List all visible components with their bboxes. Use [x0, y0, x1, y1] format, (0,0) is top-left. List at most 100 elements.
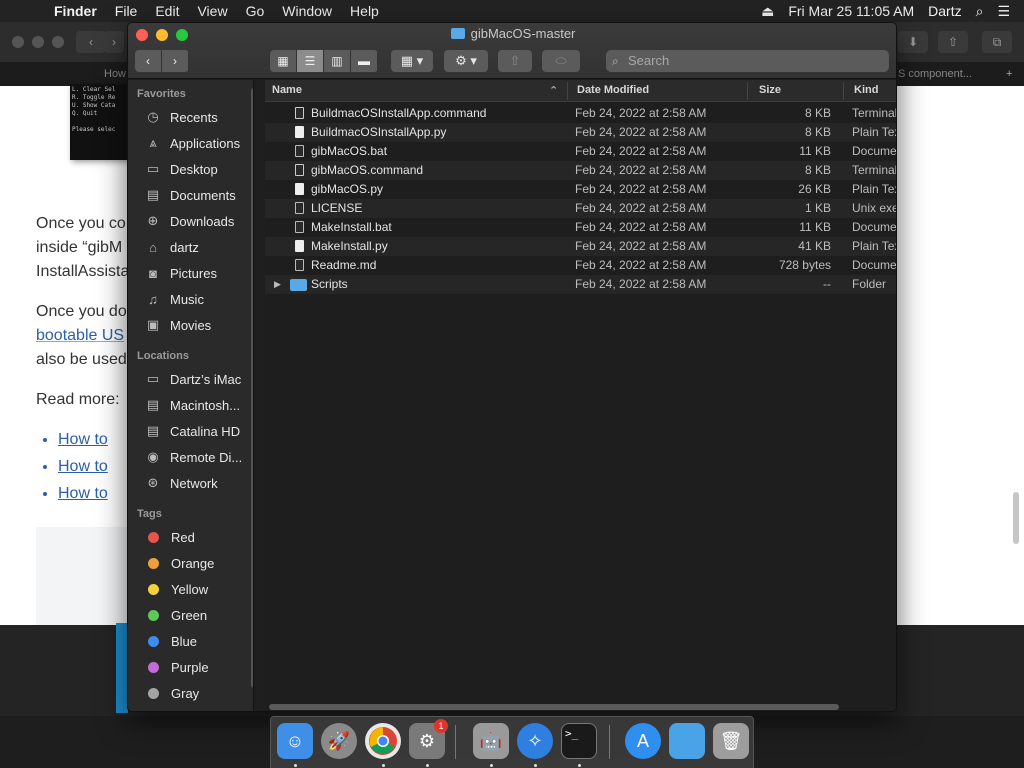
- file-name: MakeInstall.bat: [311, 220, 392, 234]
- article-link[interactable]: bootable US: [36, 327, 124, 344]
- folder-row[interactable]: ▶ Scripts Feb 24, 2022 at 2:58 AM -- Fol…: [265, 275, 896, 294]
- column-header-kind[interactable]: Kind: [854, 84, 878, 96]
- menu-app-name[interactable]: Finder: [54, 3, 97, 19]
- group-by-icon[interactable]: ▦ ▾: [391, 50, 433, 72]
- column-header-date[interactable]: Date Modified: [577, 84, 649, 96]
- file-row[interactable]: gibMacOS.command Feb 24, 2022 at 2:58 AM…: [265, 161, 896, 180]
- sidebar-item-documents[interactable]: ▤ Documents: [144, 184, 253, 206]
- menu-go[interactable]: Go: [246, 3, 265, 19]
- launchpad-icon[interactable]: 🚀: [321, 723, 357, 759]
- sidebar-scrollbar[interactable]: [251, 88, 253, 688]
- tag-icon[interactable]: ⬭: [542, 50, 580, 72]
- terminal-screenshot-text: L. Clear Sel R. Toggle Re U. Show Cata Q…: [72, 86, 116, 133]
- share-icon[interactable]: ⇧: [498, 50, 532, 72]
- terminal-icon[interactable]: >_: [561, 723, 597, 759]
- share-icon[interactable]: ⇧: [938, 31, 968, 53]
- forward-button[interactable]: ›: [162, 50, 189, 72]
- sidebar-item-applications[interactable]: ⩓ Applications: [144, 132, 253, 154]
- sidebar-item-label: Desktop: [170, 161, 218, 177]
- browser-tab-left[interactable]: How: [104, 62, 126, 86]
- menu-window[interactable]: Window: [282, 3, 332, 19]
- sidebar-tag-red[interactable]: Red: [144, 526, 253, 548]
- search-field[interactable]: ⌕ Search: [606, 50, 889, 72]
- sort-chevron-icon[interactable]: ⌃: [549, 84, 558, 97]
- menu-file[interactable]: File: [115, 3, 138, 19]
- sidebar-item-music[interactable]: ♫ Music: [144, 288, 253, 310]
- browser-close-button[interactable]: [12, 36, 24, 48]
- finder-icon[interactable]: ☺: [277, 723, 313, 759]
- automator-icon[interactable]: 🤖: [473, 723, 509, 759]
- sidebar-item-recents[interactable]: ◷ Recents: [144, 106, 253, 128]
- file-row[interactable]: MakeInstall.bat Feb 24, 2022 at 2:58 AM …: [265, 218, 896, 237]
- browser-tab-right[interactable]: S component...: [898, 62, 972, 86]
- browser-back-button[interactable]: ‹: [76, 31, 106, 53]
- icon-view-icon[interactable]: ▦: [270, 50, 297, 72]
- browser-forward-button[interactable]: ›: [104, 31, 124, 53]
- sidebar-item-remote-disc[interactable]: ◉ Remote Di...: [144, 446, 253, 468]
- window-title-text: gibMacOS-master: [470, 26, 576, 41]
- folder-icon[interactable]: [669, 723, 705, 759]
- sidebar-item-network[interactable]: ⊛ Network: [144, 472, 253, 494]
- new-tab-icon[interactable]: +: [1006, 62, 1012, 86]
- column-divider[interactable]: [567, 82, 568, 100]
- sidebar-item-pictures[interactable]: ◙ Pictures: [144, 262, 253, 284]
- sidebar-tag-orange[interactable]: Orange: [144, 552, 253, 574]
- horizontal-scrollbar[interactable]: [269, 704, 839, 710]
- sidebar-item-downloads[interactable]: ⊕ Downloads: [144, 210, 253, 232]
- column-header-name[interactable]: Name: [272, 84, 302, 96]
- sidebar-tag-green[interactable]: Green: [144, 604, 253, 626]
- search-icon: ⌕: [612, 54, 619, 68]
- page-scrollbar[interactable]: [1013, 492, 1019, 544]
- gallery-view-icon[interactable]: ▬: [351, 50, 378, 72]
- sidebar-item-label: Green: [171, 607, 208, 623]
- sidebar-item-label: Yellow: [171, 581, 209, 597]
- sidebar-item-macintosh-hd[interactable]: ▤ Macintosh...: [144, 394, 253, 416]
- column-divider[interactable]: [747, 82, 748, 100]
- notification-center-icon[interactable]: ☰: [997, 3, 1010, 20]
- file-row[interactable]: Readme.md Feb 24, 2022 at 2:58 AM 728 by…: [265, 256, 896, 275]
- menu-help[interactable]: Help: [350, 3, 379, 19]
- column-view-icon[interactable]: ▥: [324, 50, 351, 72]
- sidebar-item-desktop[interactable]: ▭ Desktop: [144, 158, 253, 180]
- article-text: InstallAssista: [36, 263, 130, 280]
- back-button[interactable]: ‹: [135, 50, 162, 72]
- file-row[interactable]: gibMacOS.py Feb 24, 2022 at 2:58 AM 26 K…: [265, 180, 896, 199]
- sidebar-item-movies[interactable]: ▣ Movies: [144, 314, 253, 336]
- sidebar-tag-purple[interactable]: Purple: [144, 656, 253, 678]
- file-row[interactable]: LICENSE Feb 24, 2022 at 2:58 AM 1 KB Uni…: [265, 199, 896, 218]
- eject-icon[interactable]: ⏏: [761, 3, 774, 20]
- trash-icon[interactable]: 🗑: [713, 723, 749, 759]
- menu-edit[interactable]: Edit: [155, 3, 179, 19]
- tag-dot-icon: [148, 609, 159, 621]
- downloads-icon[interactable]: ⬇: [898, 31, 928, 53]
- sidebar-tag-gray[interactable]: Gray: [144, 682, 253, 704]
- sidebar-item-home[interactable]: ⌂ dartz: [144, 236, 253, 258]
- action-gear-icon[interactable]: ⚙ ▾: [444, 50, 488, 72]
- disclosure-triangle-icon[interactable]: ▶: [274, 275, 281, 294]
- sidebar-item-imac[interactable]: ▭ Dartz’s iMac: [144, 368, 253, 390]
- chrome-icon[interactable]: [365, 723, 401, 759]
- sidebar-tag-yellow[interactable]: Yellow: [144, 578, 253, 600]
- safari-icon[interactable]: ✧: [517, 723, 553, 759]
- column-divider[interactable]: [843, 82, 844, 100]
- browser-zoom-button[interactable]: [52, 36, 64, 48]
- document-file-icon: [295, 145, 304, 157]
- column-header-size[interactable]: Size: [759, 84, 781, 96]
- list-view-icon[interactable]: ☰: [297, 50, 324, 72]
- file-row[interactable]: BuildmacOSInstallApp.command Feb 24, 202…: [265, 104, 896, 123]
- file-row[interactable]: gibMacOS.bat Feb 24, 2022 at 2:58 AM 11 …: [265, 142, 896, 161]
- sidebar-item-catalina-hd[interactable]: ▤ Catalina HD: [144, 420, 253, 442]
- file-size: 11 KB: [799, 220, 831, 234]
- menu-view[interactable]: View: [197, 3, 227, 19]
- menu-user[interactable]: Dartz: [928, 3, 961, 19]
- spotlight-search-icon[interactable]: ⌕: [976, 3, 984, 20]
- sidebar-tag-blue[interactable]: Blue: [144, 630, 253, 652]
- file-row[interactable]: MakeInstall.py Feb 24, 2022 at 2:58 AM 4…: [265, 237, 896, 256]
- file-date: Feb 24, 2022 at 2:58 AM: [575, 239, 707, 253]
- file-row[interactable]: BuildmacOSInstallApp.py Feb 24, 2022 at …: [265, 123, 896, 142]
- browser-minimize-button[interactable]: [32, 36, 44, 48]
- text-file-icon: [295, 240, 304, 252]
- tabs-overview-icon[interactable]: ⧉: [982, 31, 1012, 53]
- app-store-icon[interactable]: A: [625, 723, 661, 759]
- menu-clock[interactable]: Fri Mar 25 11:05 AM: [788, 3, 914, 19]
